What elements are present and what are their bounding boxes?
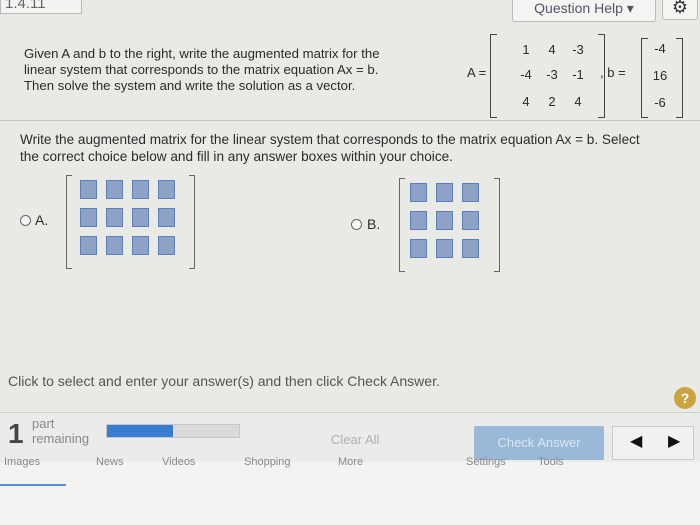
choice-b-answer-box[interactable]: [410, 183, 427, 202]
part-count: 1: [8, 418, 24, 449]
choice-a-answer-box[interactable]: [106, 208, 123, 227]
choice-a-answer-box[interactable]: [80, 208, 97, 227]
part-remaining-text: part remaining: [32, 416, 89, 446]
progress-bar: [106, 424, 240, 438]
clear-all-button[interactable]: Clear All: [331, 432, 379, 447]
next-question-icon[interactable]: ▶: [668, 432, 680, 452]
choice-a-answer-box[interactable]: [106, 180, 123, 199]
browser-tab-images[interactable]: Images: [4, 456, 40, 468]
hint-text: Click to select and enter your answer(s)…: [8, 373, 440, 389]
vector-b-cell: 16: [652, 68, 668, 83]
choice-a-answer-box[interactable]: [80, 236, 97, 255]
vector-b-right-bracket: [676, 38, 683, 118]
top-bar: 1.4.11 Question Help ▾ ⚙: [0, 0, 700, 26]
matrix-a-left-bracket: [490, 34, 497, 118]
section-label: 1.4.11: [0, 0, 82, 14]
choice-b-answer-box[interactable]: [410, 211, 427, 230]
choice-b-radio[interactable]: [351, 219, 362, 230]
choice-b-right-bracket: [494, 178, 500, 272]
previous-question-icon[interactable]: ◀: [630, 432, 642, 452]
matrix-a-cell: -1: [572, 67, 584, 82]
choice-b-label[interactable]: B.: [367, 216, 380, 232]
matrix-a-cell: -3: [572, 42, 584, 57]
matrix-a-cell: 1: [522, 42, 530, 57]
browser-tab-videos[interactable]: Videos: [162, 456, 195, 468]
choice-b-answer-box[interactable]: [462, 239, 479, 258]
browser-tab-more[interactable]: More: [338, 456, 363, 468]
problem-line-2: linear system that corresponds to the ma…: [24, 62, 379, 77]
question-nav: [612, 426, 694, 460]
vector-b-label: , b =: [600, 65, 626, 80]
gear-icon[interactable]: ⚙: [662, 0, 698, 20]
choice-b-answer-box[interactable]: [436, 211, 453, 230]
choice-a-radio[interactable]: [20, 215, 31, 226]
browser-bar: [0, 462, 700, 525]
matrix-a-cell: 4: [574, 94, 582, 109]
help-icon[interactable]: ?: [674, 387, 696, 409]
vector-b-cell: -6: [654, 95, 666, 110]
part-text-line-1: part: [32, 416, 55, 431]
choice-a-answer-box[interactable]: [132, 236, 149, 255]
choice-a-label[interactable]: A.: [35, 212, 48, 228]
vector-b-cell: -4: [654, 41, 666, 56]
choice-a-answer-box[interactable]: [106, 236, 123, 255]
matrix-a-cell: -4: [520, 67, 532, 82]
choice-b-answer-box[interactable]: [462, 211, 479, 230]
browser-active-underline: [0, 484, 66, 486]
choice-b-answer-box[interactable]: [410, 239, 427, 258]
instructions-line-2: the correct choice below and fill in any…: [20, 149, 453, 164]
question-help-button[interactable]: Question Help ▾: [512, 0, 656, 22]
choice-b-answer-box[interactable]: [436, 239, 453, 258]
check-answer-button[interactable]: Check Answer: [474, 426, 604, 460]
choice-a-answer-box[interactable]: [80, 180, 97, 199]
choice-b-left-bracket: [399, 178, 405, 272]
choice-a-left-bracket: [66, 175, 72, 269]
choice-a-answer-box[interactable]: [158, 236, 175, 255]
browser-tools[interactable]: Tools: [538, 456, 564, 468]
instructions: Write the augmented matrix for the linea…: [20, 131, 700, 165]
progress-fill: [107, 425, 173, 437]
matrix-a-cell: 4: [548, 42, 556, 57]
part-text-line-2: remaining: [32, 431, 90, 446]
browser-tab-shopping[interactable]: Shopping: [244, 456, 291, 468]
choice-b-answer-box[interactable]: [436, 183, 453, 202]
choice-a-answer-box[interactable]: [132, 180, 149, 199]
matrix-a-cell: 4: [522, 94, 530, 109]
choice-a-answer-box[interactable]: [158, 208, 175, 227]
instructions-line-1: Write the augmented matrix for the linea…: [20, 132, 640, 147]
matrix-a-cell: 2: [548, 94, 556, 109]
problem-line-3: Then solve the system and write the solu…: [24, 78, 356, 93]
choice-a-right-bracket: [189, 175, 195, 269]
browser-tab-news[interactable]: News: [96, 456, 124, 468]
problem-statement: Given A and b to the right, write the au…: [24, 46, 434, 94]
section-divider: [0, 120, 700, 121]
choice-a-answer-box[interactable]: [132, 208, 149, 227]
matrix-a-label: A =: [467, 65, 487, 80]
choice-a-answer-box[interactable]: [158, 180, 175, 199]
vector-b-left-bracket: [641, 38, 648, 118]
problem-line-1: Given A and b to the right, write the au…: [24, 46, 380, 61]
matrix-a-cell: -3: [546, 67, 558, 82]
choice-b-answer-box[interactable]: [462, 183, 479, 202]
browser-settings[interactable]: Settings: [466, 456, 506, 468]
